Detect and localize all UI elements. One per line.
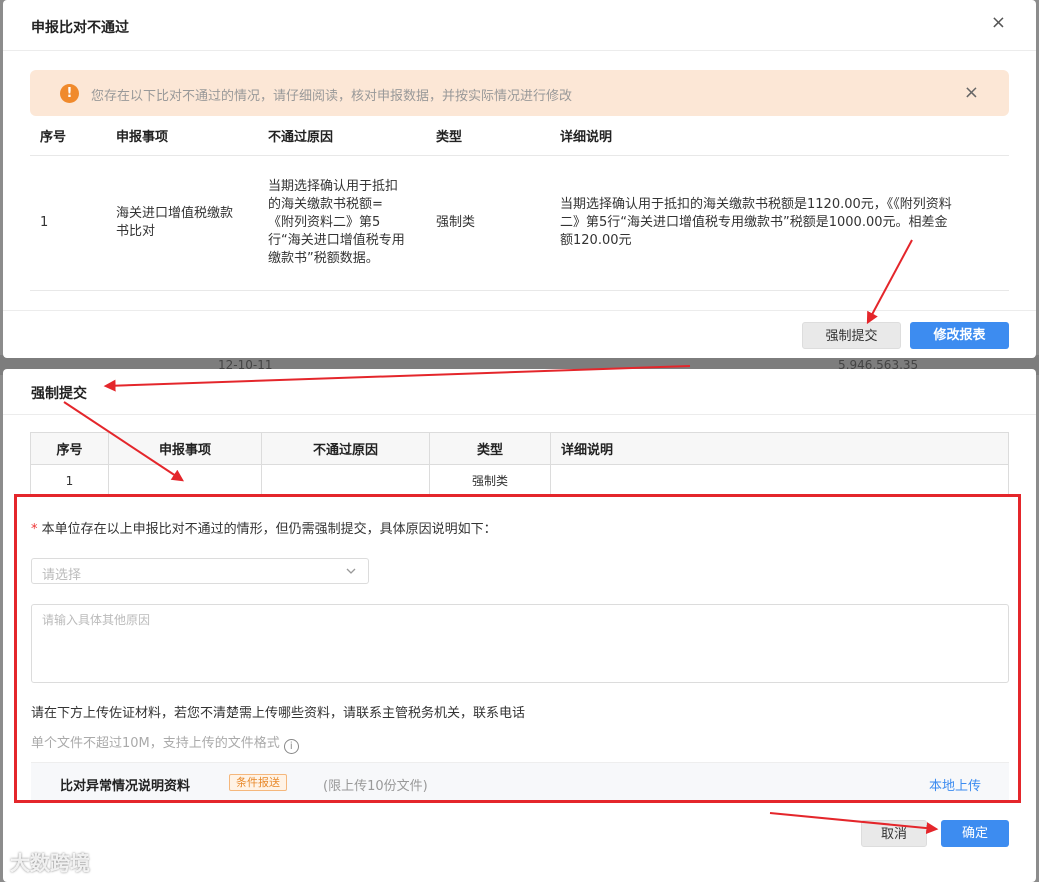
cell-detail: 当期选择确认用于抵扣的海关缴款书税额是1120.00元，《《附列资料二》第5行“…: [550, 155, 1009, 291]
col-header-reason: 不通过原因: [258, 117, 426, 156]
cell-item: 海关进口增值税缴款书比对: [106, 155, 258, 291]
col-header-no: 序号: [30, 432, 109, 465]
reason-select-placeholder: 请选择: [42, 568, 82, 583]
col-header-reason: 不通过原因: [261, 432, 430, 465]
comparison-failed-dialog: 申报比对不通过 × ! 您存在以下比对不通过的情况，请仔细阅读，核对申报数据，并…: [3, 0, 1036, 358]
file-limit-text: 单个文件不超过10M，支持上传的文件格式: [31, 736, 280, 751]
force-submit-dialog: 强制提交 序号 申报事项 不通过原因 类型 详细说明 1 强制类 * 本单位存在…: [3, 369, 1036, 882]
conditional-badge: 条件报送: [229, 774, 287, 791]
comparison-table: 序号 申报事项 不通过原因 类型 详细说明 1 海关进口增值税缴款书比对 当期选…: [30, 117, 1009, 291]
col-header-item: 申报事项: [108, 432, 262, 465]
required-reason-label: * 本单位存在以上申报比对不通过的情形，但仍需强制提交，具体原因说明如下：: [31, 518, 497, 537]
dialog-title: 申报比对不通过: [31, 20, 129, 36]
table-header-row: 序号 申报事项 不通过原因 类型 详细说明: [30, 117, 1009, 156]
modify-report-button[interactable]: 修改报表: [910, 322, 1009, 349]
upload-row: 比对异常情况说明资料 条件报送 (限上传10份文件) 本地上传: [31, 762, 1009, 802]
col-header-no: 序号: [30, 117, 106, 156]
col-header-detail: 详细说明: [550, 432, 1009, 465]
upload-label: 比对异常情况说明资料: [60, 779, 191, 794]
cell-reason: [261, 464, 430, 497]
local-upload-link[interactable]: 本地上传: [929, 775, 981, 794]
force-submit-button[interactable]: 强制提交: [802, 322, 901, 349]
table-row: 1 强制类: [30, 464, 1009, 497]
cell-item: [108, 464, 262, 497]
footer-divider: [3, 310, 1036, 311]
required-asterisk: *: [31, 522, 38, 537]
title-divider: [3, 50, 1036, 51]
upload-instruction: 请在下方上传佐证材料，若您不清楚需上传哪些资料，请联系主管税务机关，联系电话: [31, 706, 526, 721]
upload-limit-text: (限上传10份文件): [323, 779, 428, 794]
cancel-button[interactable]: 取消: [861, 820, 927, 847]
alert-close-icon[interactable]: ×: [964, 82, 979, 103]
table-row: 1 海关进口增值税缴款书比对 当期选择确认用于抵扣的海关缴款书税额=《附列资料二…: [30, 155, 1009, 291]
col-header-type: 类型: [429, 432, 551, 465]
reason-select[interactable]: 请选择: [31, 558, 369, 584]
file-limit-line: 单个文件不超过10M，支持上传的文件格式 i: [31, 732, 299, 754]
chevron-down-icon: [346, 568, 356, 574]
other-reason-textarea[interactable]: [31, 604, 1009, 683]
cell-type: 强制类: [429, 464, 551, 497]
force-submit-table: 序号 申报事项 不通过原因 类型 详细说明 1 强制类: [30, 432, 1009, 497]
info-icon[interactable]: i: [283, 739, 299, 754]
watermark: 大数跨境: [10, 851, 90, 875]
confirm-button[interactable]: 确定: [941, 820, 1009, 847]
dialog-title: 强制提交: [31, 386, 87, 402]
alert-text: 您存在以下比对不通过的情况，请仔细阅读，核对申报数据，并按实际情况进行修改: [91, 89, 573, 104]
col-header-detail: 详细说明: [550, 117, 1009, 156]
cell-detail: [550, 464, 1009, 497]
table-header-row: 序号 申报事项 不通过原因 类型 详细说明: [30, 432, 1009, 465]
cell-reason: 当期选择确认用于抵扣的海关缴款书税额=《附列资料二》第5行“海关进口增值税专用缴…: [258, 155, 426, 291]
col-header-item: 申报事项: [106, 117, 258, 156]
warning-alert: ! 您存在以下比对不通过的情况，请仔细阅读，核对申报数据，并按实际情况进行修改 …: [30, 70, 1009, 116]
required-reason-text: 本单位存在以上申报比对不通过的情形，但仍需强制提交，具体原因说明如下：: [41, 522, 497, 537]
close-icon[interactable]: ×: [991, 14, 1006, 32]
cell-no: 1: [30, 464, 109, 497]
warning-icon: !: [60, 84, 79, 103]
cell-type: 强制类: [426, 155, 550, 291]
col-header-type: 类型: [426, 117, 550, 156]
title-divider: [3, 414, 1036, 415]
cell-no: 1: [30, 155, 106, 291]
